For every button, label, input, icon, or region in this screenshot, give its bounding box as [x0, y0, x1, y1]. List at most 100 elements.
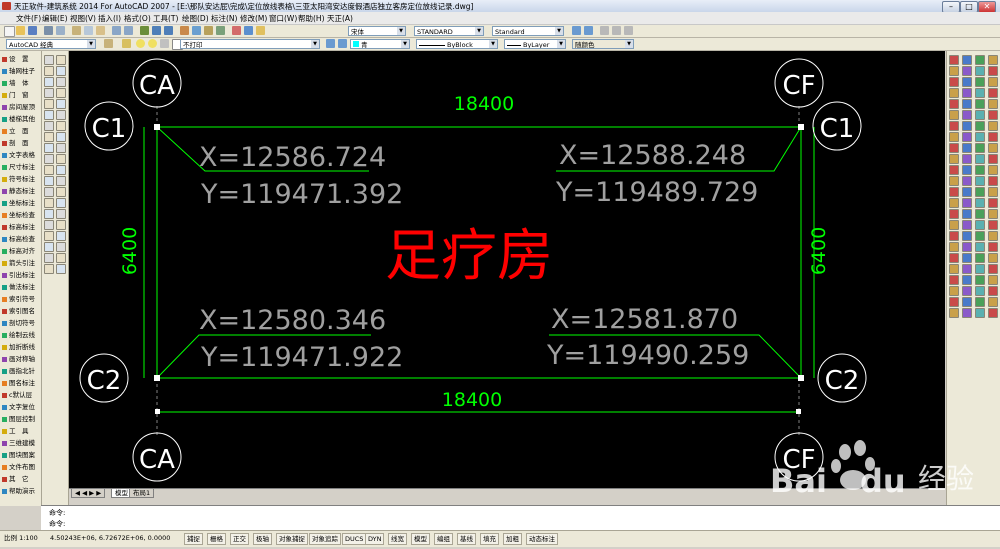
stretch-icon[interactable] [988, 286, 998, 296]
add-selected-icon[interactable] [44, 264, 54, 274]
status-toggle-button[interactable]: DUCS [342, 533, 367, 545]
tangent-menu-item[interactable]: c默认层 [2, 391, 40, 400]
layer-select[interactable]: 不打印 ▼ [180, 39, 320, 49]
tangent-menu-item[interactable]: 坐标检查 [2, 211, 40, 220]
scale-icon[interactable] [988, 275, 998, 285]
tangent-menu-item[interactable]: 绘制云线 [2, 331, 40, 340]
point-icon[interactable] [56, 198, 66, 208]
line-icon[interactable] [56, 55, 66, 65]
scale-icon[interactable] [949, 308, 959, 318]
tangent-menu-item[interactable]: 工 具 [2, 427, 40, 436]
tangent-menu-item[interactable]: 尺寸标注 [2, 163, 40, 172]
tangent-menu-item[interactable]: 其 它 [2, 475, 40, 484]
save-icon[interactable] [28, 26, 37, 35]
erase-icon[interactable] [962, 220, 972, 230]
add-selected-icon[interactable] [56, 264, 66, 274]
hatch-icon[interactable] [44, 209, 54, 219]
drawing-canvas[interactable]: CA CF C1 C1 C2 C2 CA CF 18400 18400 6400… [69, 51, 945, 488]
copy-object-icon[interactable] [962, 55, 972, 65]
rotate-icon[interactable] [962, 286, 972, 296]
menu-insert[interactable]: 插入(I) [98, 13, 121, 24]
menu-view[interactable]: 视图(V) [70, 13, 96, 24]
open-icon[interactable] [16, 26, 25, 35]
tangent-menu-item[interactable]: 图层控制 [2, 415, 40, 424]
tangent-menu-item[interactable]: 索引符号 [2, 295, 40, 304]
explode-icon[interactable] [975, 198, 985, 208]
ellipse-icon[interactable] [44, 154, 54, 164]
status-toggle-button[interactable]: 对象追踪 [309, 533, 341, 545]
status-toggle-button[interactable]: 动态标注 [526, 533, 558, 545]
markup-icon[interactable] [232, 26, 241, 35]
spline-icon[interactable] [56, 143, 66, 153]
fillet-icon[interactable] [988, 176, 998, 186]
status-toggle-button[interactable]: 填充 [480, 533, 499, 545]
insert-block-icon[interactable] [56, 176, 66, 186]
stretch-icon[interactable] [975, 297, 985, 307]
tangent-menu-item[interactable]: 坐标标注 [2, 199, 40, 208]
sheet-set-icon[interactable] [216, 26, 225, 35]
tangent-menu-item[interactable]: 画对称轴 [2, 355, 40, 364]
stretch-icon[interactable] [962, 308, 972, 318]
layer-manager-icon[interactable] [122, 39, 131, 48]
layer-lock-icon[interactable] [160, 39, 169, 48]
chamfer-icon[interactable] [988, 165, 998, 175]
tangent-menu-item[interactable]: 画指北针 [2, 367, 40, 376]
copy-object-icon[interactable] [988, 209, 998, 219]
fillet-icon[interactable] [949, 209, 959, 219]
construction-line-icon[interactable] [44, 66, 54, 76]
extend-icon[interactable] [988, 132, 998, 142]
menu-format[interactable]: 格式(O) [124, 13, 151, 24]
stretch-icon[interactable] [962, 132, 972, 142]
linetype-select[interactable]: ByBlock ▼ [416, 39, 498, 49]
rotate-icon[interactable] [962, 110, 972, 120]
explode-icon[interactable] [949, 220, 959, 230]
status-toggle-button[interactable]: 捕捉 [184, 533, 203, 545]
trim-icon[interactable] [975, 308, 985, 318]
undo-icon[interactable] [112, 26, 121, 35]
chamfer-icon[interactable] [975, 176, 985, 186]
erase-icon[interactable] [949, 55, 959, 65]
rotate-icon[interactable] [949, 121, 959, 131]
tangent-menu-item[interactable]: 符号标注 [2, 175, 40, 184]
tangent-menu-item[interactable]: 剖切符号 [2, 319, 40, 328]
rectangle-icon[interactable] [44, 99, 54, 109]
array-icon[interactable] [949, 275, 959, 285]
tangent-menu-item[interactable]: 引出标注 [2, 271, 40, 280]
tangent-menu-item[interactable]: 轴网柱子 [2, 67, 40, 76]
paste-icon[interactable] [96, 26, 105, 35]
move-icon[interactable] [988, 77, 998, 87]
join-icon[interactable] [975, 165, 985, 175]
extend-icon[interactable] [949, 165, 959, 175]
tangent-menu-item[interactable]: 剖 面 [2, 139, 40, 148]
mirror-icon[interactable] [949, 253, 959, 263]
copy-object-icon[interactable] [949, 242, 959, 252]
status-toggle-button[interactable]: 栅格 [207, 533, 226, 545]
print-icon[interactable] [44, 26, 53, 35]
break-icon[interactable] [949, 176, 959, 186]
scale-icon[interactable] [975, 286, 985, 296]
menu-tools[interactable]: 工具(T) [153, 13, 178, 24]
make-block-icon[interactable] [44, 187, 54, 197]
status-toggle-button[interactable]: DYN [365, 533, 385, 545]
scale-icon[interactable] [975, 110, 985, 120]
copy-object-icon[interactable] [962, 231, 972, 241]
layer-on-icon[interactable] [136, 39, 145, 48]
status-toggle-button[interactable]: 基线 [457, 533, 476, 545]
array-icon[interactable] [988, 66, 998, 76]
status-toggle-button[interactable]: 模型 [411, 533, 430, 545]
line-icon[interactable] [44, 55, 54, 65]
hatch-icon[interactable] [56, 209, 66, 219]
break-icon[interactable] [975, 154, 985, 164]
status-toggle-button[interactable]: 线宽 [388, 533, 407, 545]
tangent-menu-item[interactable]: 箭头引注 [2, 259, 40, 268]
chamfer-icon[interactable] [949, 198, 959, 208]
tab-layout1[interactable]: 布局1 [129, 489, 155, 498]
fillet-icon[interactable] [962, 198, 972, 208]
zoom-icon[interactable] [152, 26, 161, 35]
cut-icon[interactable] [72, 26, 81, 35]
arc-icon[interactable] [44, 110, 54, 120]
ellipse-icon[interactable] [56, 154, 66, 164]
break-icon[interactable] [962, 165, 972, 175]
erase-icon[interactable] [949, 231, 959, 241]
move-icon[interactable] [949, 286, 959, 296]
